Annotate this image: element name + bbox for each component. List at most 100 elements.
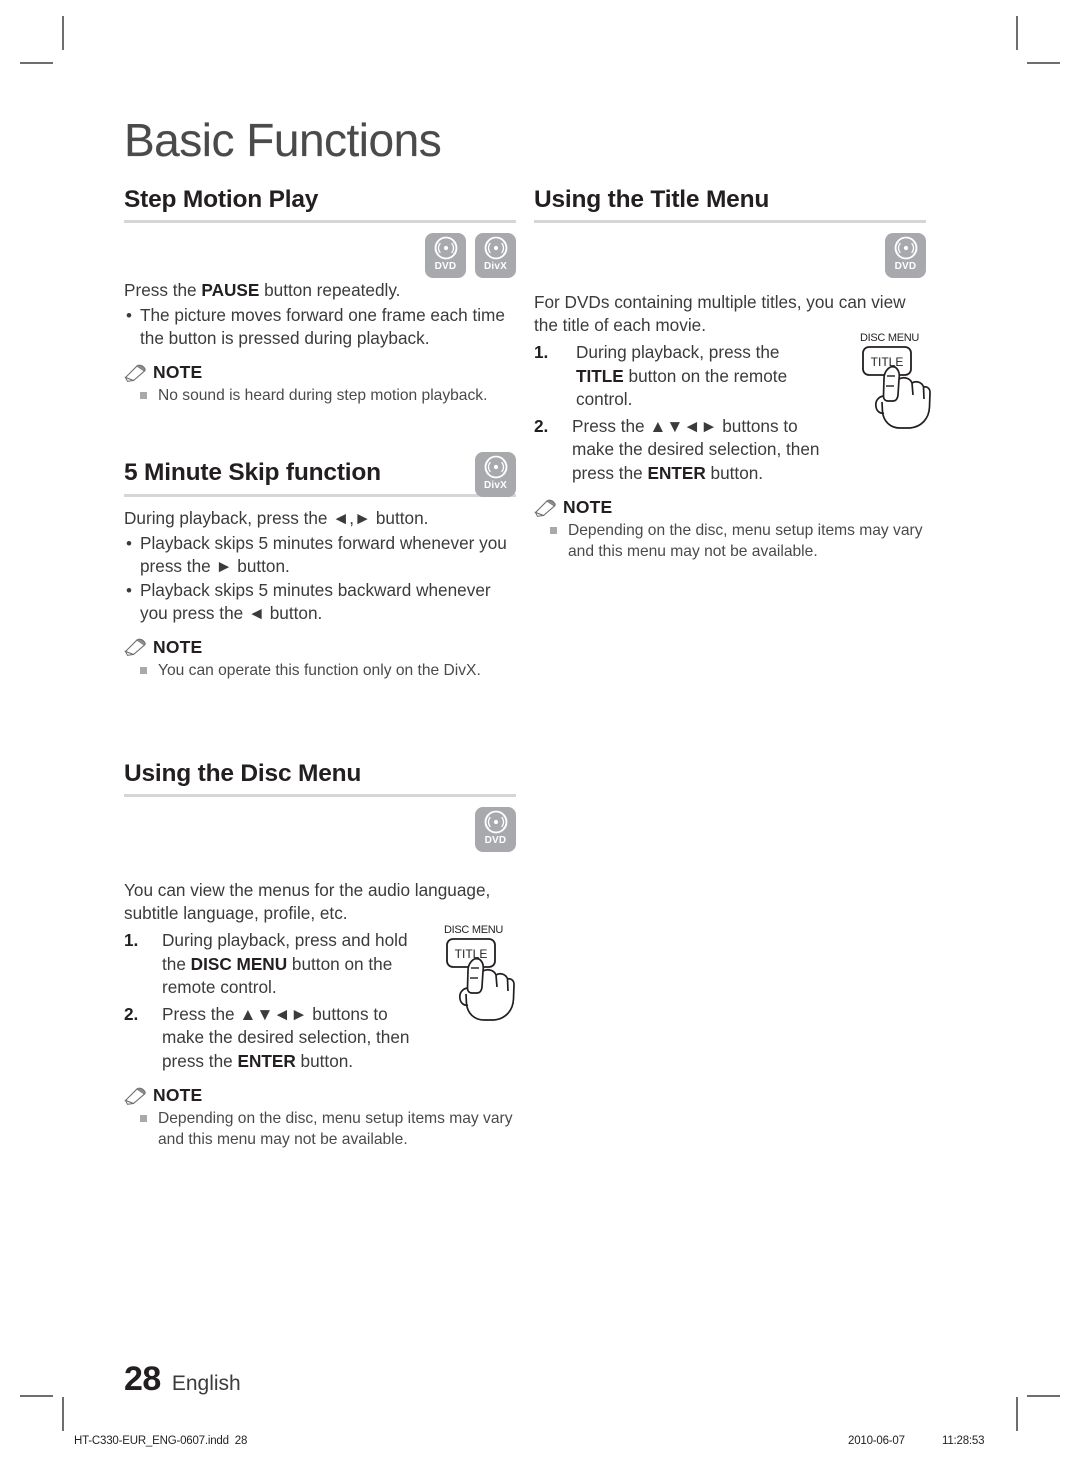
section-title: Using the Disc Menu	[124, 759, 362, 787]
disc-badge-row: DVD	[534, 233, 926, 279]
disc-badge-row: DivX	[475, 452, 516, 498]
section-step-motion-play: Step Motion Play DVD DivX Press the PAUS…	[124, 185, 516, 406]
step-motion-notes: No sound is heard during step motion pla…	[124, 385, 516, 406]
step-text-before: During playback, press the	[576, 342, 780, 363]
intro-suffix: button repeatedly.	[259, 280, 401, 301]
note-item: No sound is heard during step motion pla…	[124, 385, 516, 406]
section-using-title-menu: Using the Title Menu DVD For DVDs contai…	[534, 185, 931, 562]
step-bold: TITLE	[576, 365, 624, 386]
note-heading: NOTE	[124, 362, 516, 383]
right-column: Using the Title Menu DVD For DVDs contai…	[534, 185, 931, 562]
note-label: NOTE	[153, 1085, 203, 1106]
disc-icon	[434, 236, 457, 260]
note-item: You can operate this function only on th…	[124, 660, 516, 681]
section-rule	[124, 493, 516, 497]
skip-function-bullets: Playback skips 5 minutes forward wheneve…	[124, 532, 516, 625]
step-bold: ENTER	[237, 1050, 296, 1071]
list-item: The picture moves forward one frame each…	[124, 304, 516, 350]
step-motion-bullets: The picture moves forward one frame each…	[124, 304, 516, 350]
disc-badge-row: DVD DivX	[124, 233, 516, 279]
crop-mark-bottom-right-horizontal	[1027, 1395, 1060, 1397]
intro-prefix: Press the	[124, 280, 202, 301]
note-label: NOTE	[563, 497, 613, 518]
illustration-caption: DISC MENU	[444, 924, 503, 936]
section-5-minute-skip: DivX 5 Minute Skip function During playb…	[124, 452, 516, 681]
section-using-disc-menu: Using the Disc Menu DVD You can view the…	[124, 759, 516, 1150]
filename-page: 28	[234, 1435, 248, 1447]
remote-button-illustration: DISC MENU TITLE	[432, 921, 518, 1026]
skip-function-notes: You can operate this function only on th…	[124, 660, 516, 681]
step-text-after: button.	[295, 1050, 354, 1071]
crop-mark-bottom-left-vertical	[62, 1397, 64, 1431]
list-item: Playback skips 5 minutes forward wheneve…	[124, 532, 516, 578]
step-bold: DISC MENU	[190, 953, 288, 974]
illustration-caption: DISC MENU	[860, 332, 919, 344]
print-footer-filename: HT-C330-EUR_ENG-0607.indd 28	[74, 1435, 247, 1447]
list-item: Playback skips 5 minutes backward whenev…	[124, 579, 516, 625]
dvd-disc-badge: DVD	[425, 233, 466, 279]
pencil-icon	[124, 638, 146, 657]
disc-badge-label: DivX	[483, 480, 508, 492]
pencil-icon	[534, 499, 556, 517]
crop-mark-top-right-vertical	[1016, 16, 1018, 50]
illustration-button-label: TITLE	[455, 947, 488, 961]
print-footer: HT-C330-EUR_ENG-0607.indd 28 2010-06-07 …	[0, 1435, 1080, 1455]
disc-icon	[484, 236, 507, 260]
dvd-disc-badge: DVD	[475, 807, 516, 853]
note-label: NOTE	[153, 636, 203, 657]
crop-mark-bottom-right-vertical	[1016, 1397, 1018, 1431]
section-title: 5 Minute Skip function	[124, 459, 381, 487]
step-number: 2.	[124, 1003, 139, 1024]
manual-page: Basic Functions Step Motion Play DVD Div…	[0, 0, 1080, 1479]
step-number: 1.	[534, 342, 549, 363]
remote-button-illustration: DISC MENU TITLE	[848, 329, 934, 434]
disc-icon	[484, 455, 507, 479]
filename-text: HT-C330-EUR_ENG-0607.indd	[74, 1435, 229, 1447]
disc-badge-label: DVD	[434, 261, 457, 273]
hand-pressing-title-button-icon: DISC MENU TITLE	[860, 332, 931, 430]
page-language: English	[171, 1372, 241, 1395]
left-column: Step Motion Play DVD DivX Press the PAUS…	[124, 185, 516, 1150]
note-item: Depending on the disc, menu setup items …	[534, 520, 926, 562]
disc-menu-notes: Depending on the disc, menu setup items …	[124, 1108, 516, 1150]
title-menu-notes: Depending on the disc, menu setup items …	[534, 520, 926, 562]
intro-bold: PAUSE	[201, 280, 260, 301]
note-heading: NOTE	[534, 497, 926, 518]
dvd-disc-badge: DVD	[885, 233, 926, 279]
section-title: Using the Title Menu	[534, 186, 770, 213]
note-heading: NOTE	[124, 1085, 516, 1106]
pencil-icon	[124, 1087, 146, 1105]
crop-mark-top-right-horizontal	[1027, 62, 1060, 64]
step-number: 2.	[534, 415, 549, 436]
skip-function-intro: During playback, press the ◄,► button.	[124, 507, 429, 528]
section-rule	[534, 220, 926, 224]
print-footer-time: 11:28:53	[942, 1435, 985, 1447]
disc-badge-label: DVD	[484, 835, 507, 847]
disc-badge-row: DVD	[124, 807, 516, 853]
note-label: NOTE	[153, 362, 203, 383]
disc-badge-label: DVD	[894, 261, 917, 273]
page-number: 28	[124, 1360, 161, 1398]
section-rule	[124, 794, 516, 798]
page-footer: 28 English	[124, 1360, 241, 1399]
chapter-title: Basic Functions	[124, 114, 442, 166]
step-bold: ENTER	[647, 462, 706, 483]
disc-icon	[484, 810, 507, 834]
step-text-after: button.	[705, 462, 764, 483]
step-motion-intro: Press the PAUSE button repeatedly.	[124, 279, 516, 302]
hand-pressing-title-button-icon: DISC MENU TITLE	[444, 924, 515, 1022]
crop-mark-top-left-horizontal	[20, 62, 53, 64]
illustration-button-label: TITLE	[871, 355, 904, 369]
print-footer-date: 2010-06-07	[848, 1435, 905, 1447]
divx-disc-badge: DivX	[475, 233, 516, 279]
disc-badge-label: DivX	[483, 261, 508, 273]
note-heading: NOTE	[124, 637, 516, 658]
note-item: Depending on the disc, menu setup items …	[124, 1108, 516, 1150]
crop-mark-top-left-vertical	[62, 16, 64, 50]
disc-icon	[894, 236, 917, 260]
